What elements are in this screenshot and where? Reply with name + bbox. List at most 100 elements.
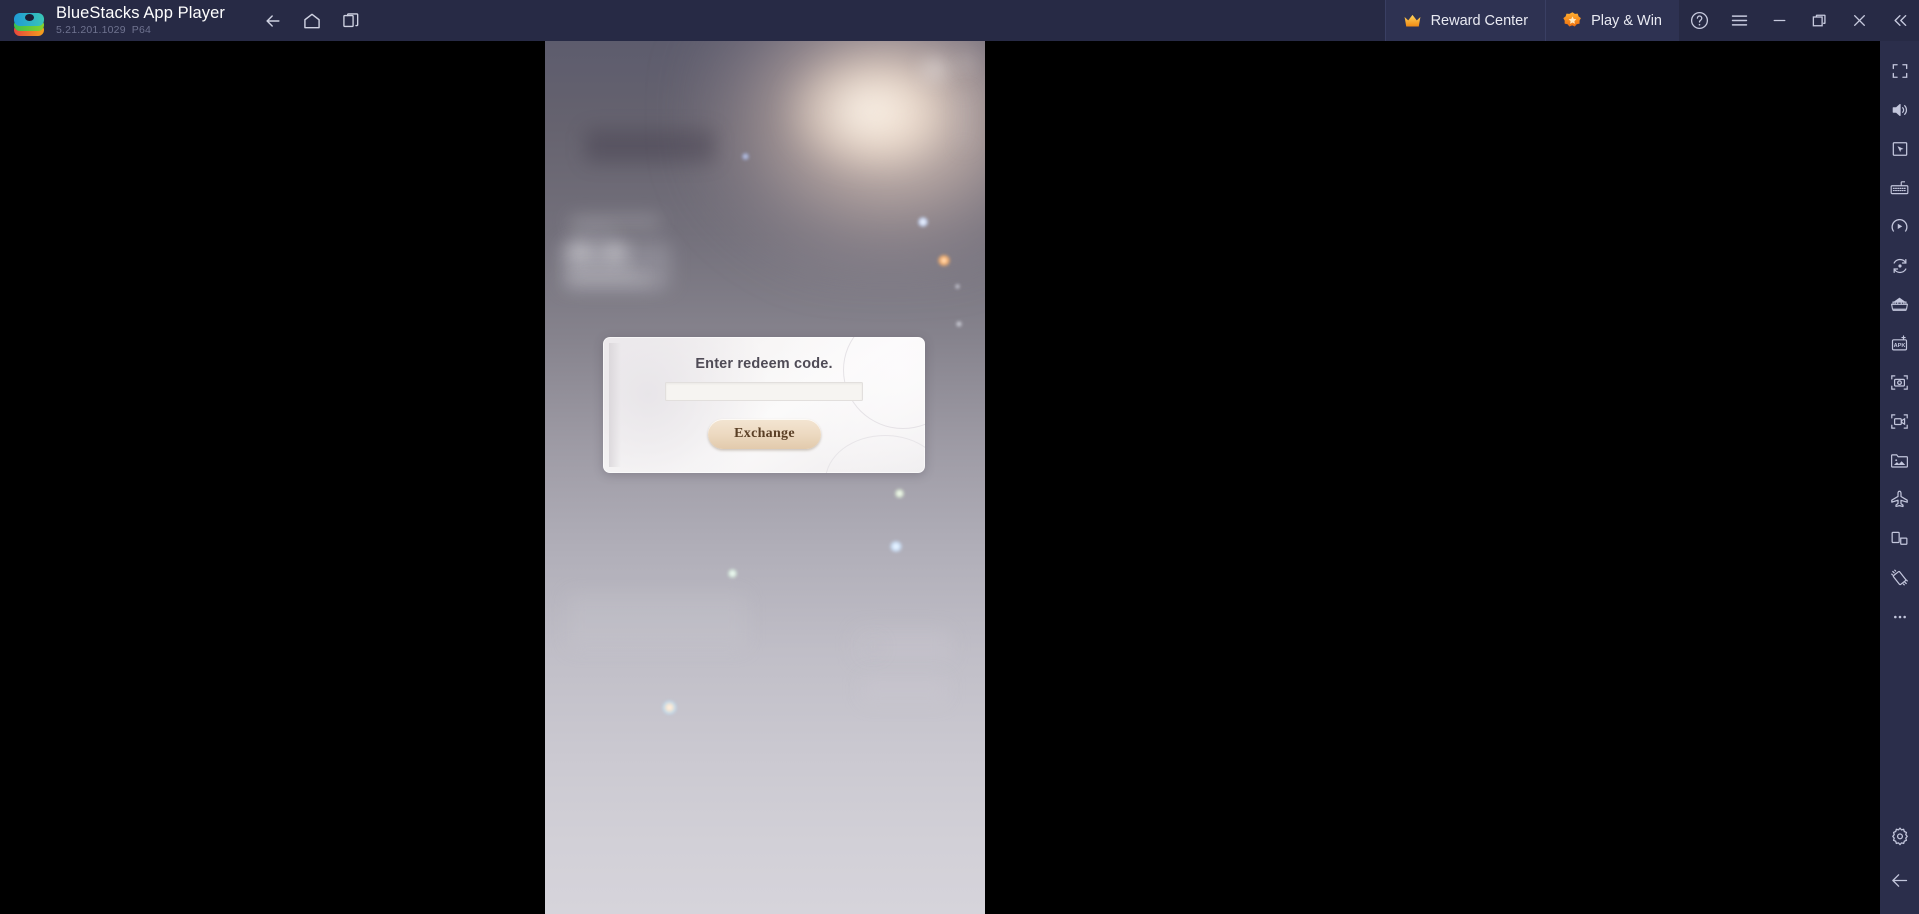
sparkle-particle	[728, 569, 737, 578]
instance-manager-icon	[1890, 297, 1909, 311]
tool-sidebar: APK	[1880, 41, 1919, 914]
fullscreen-button[interactable]	[1880, 51, 1919, 90]
question-circle-icon	[1690, 11, 1708, 30]
fullscreen-icon	[1892, 63, 1907, 78]
build-tag: P64	[131, 24, 152, 36]
play-and-win-button[interactable]: Play & Win	[1545, 0, 1679, 41]
close-icon	[1853, 14, 1865, 27]
redeem-code-input[interactable]	[665, 382, 863, 401]
sparkle-particle	[918, 217, 928, 227]
sparkle-particle	[955, 284, 960, 289]
gear-icon	[1891, 826, 1908, 845]
bg-blur-bottom-card	[861, 675, 947, 703]
close-button[interactable]	[1839, 0, 1879, 41]
resize-button[interactable]	[1880, 519, 1919, 558]
game-viewport[interactable]: Enter redeem code. Exchange	[545, 41, 985, 914]
shake-button[interactable]	[1880, 558, 1919, 597]
emulator-stage: Enter redeem code. Exchange	[0, 41, 1880, 914]
apk-icon: APK	[1891, 335, 1908, 351]
bg-blur-sidecol	[961, 91, 967, 149]
nav-button-group	[253, 0, 370, 41]
chevrons-left-icon	[1893, 14, 1906, 27]
screenshot-button[interactable]	[1880, 363, 1919, 402]
sparkle-particle	[742, 153, 749, 160]
back-nav-button[interactable]	[1880, 861, 1919, 900]
restore-icon	[1812, 14, 1826, 27]
play-and-win-label: Play & Win	[1591, 12, 1662, 29]
bg-blur-panel	[585, 129, 715, 163]
home-button[interactable]	[292, 0, 331, 41]
arrow-left-icon	[265, 14, 280, 27]
sparkle-particle	[895, 489, 904, 498]
bg-blur-line	[567, 265, 629, 270]
shake-device-icon	[1891, 569, 1908, 586]
ellipsis-icon	[1893, 615, 1906, 618]
dialog-arc-decoration	[825, 435, 925, 473]
cursor-screen-icon	[1892, 141, 1907, 156]
macro-play-icon	[1891, 218, 1908, 233]
collapse-sidebar-button[interactable]	[1879, 0, 1919, 41]
help-button[interactable]	[1679, 0, 1719, 41]
minimize-icon	[1773, 19, 1785, 22]
svg-text:APK: APK	[1894, 343, 1906, 349]
bg-blur-topright-bar	[957, 67, 971, 72]
minimize-button[interactable]	[1759, 0, 1799, 41]
speaker-icon	[1892, 103, 1907, 116]
bg-blur-plus	[867, 641, 879, 653]
bg-blur-chip	[601, 246, 627, 257]
dialog-title: Enter redeem code.	[695, 356, 833, 372]
game-controls-button[interactable]	[1880, 129, 1919, 168]
bg-blur-chip	[567, 246, 595, 257]
window-controls	[1679, 0, 1919, 41]
app-title: BlueStacks App Player	[56, 4, 226, 22]
redeem-code-dialog: Enter redeem code. Exchange	[603, 337, 925, 473]
back-button[interactable]	[253, 0, 292, 41]
install-apk-button[interactable]: APK	[1880, 324, 1919, 363]
app-branding: BlueStacks App Player 5.21.201.1029 P64	[0, 4, 225, 37]
rotate-icon	[1893, 258, 1906, 273]
reward-center-button[interactable]: Reward Center	[1384, 0, 1546, 41]
volume-button[interactable]	[1880, 90, 1919, 129]
record-button[interactable]	[1880, 402, 1919, 441]
sparkle-particle	[956, 321, 962, 327]
bg-blur-text	[569, 217, 661, 226]
bg-blur-text	[569, 229, 615, 236]
version-number: 5.21.201.1029	[56, 24, 126, 36]
resize-screen-icon	[1891, 531, 1908, 545]
multi-window-icon	[342, 12, 358, 27]
keyboard-icon	[1890, 181, 1909, 195]
bg-blur-line	[567, 281, 659, 286]
airplane-icon	[1891, 490, 1908, 508]
bg-blur-line	[567, 273, 645, 278]
media-manager-button[interactable]	[1880, 441, 1919, 480]
video-camera-icon	[1891, 414, 1908, 429]
settings-button[interactable]	[1880, 816, 1919, 855]
arrow-left-icon	[1892, 874, 1908, 887]
instances-button[interactable]	[331, 0, 370, 41]
star-badge-icon	[1563, 12, 1581, 27]
bg-blur-topright	[923, 59, 947, 79]
sparkle-particle	[663, 701, 676, 714]
sparkle-particle	[890, 541, 902, 552]
keymapping-button[interactable]	[1880, 168, 1919, 207]
home-icon	[303, 13, 320, 28]
title-bar: BlueStacks App Player 5.21.201.1029 P64	[0, 0, 1919, 41]
bluestacks-logo-icon	[14, 6, 44, 36]
multi-instance-button[interactable]	[1880, 285, 1919, 324]
exchange-button[interactable]: Exchange	[708, 419, 821, 449]
bg-blur-topright-bar	[957, 57, 975, 63]
rotate-button[interactable]	[1880, 246, 1919, 285]
reward-center-label: Reward Center	[1430, 12, 1529, 29]
eco-mode-button[interactable]	[1880, 480, 1919, 519]
camera-icon	[1891, 375, 1908, 390]
media-folder-icon	[1891, 454, 1908, 468]
maximize-button[interactable]	[1799, 0, 1839, 41]
app-version: 5.21.201.1029 P64	[56, 24, 225, 37]
bluestacks-window: BlueStacks App Player 5.21.201.1029 P64	[0, 0, 1919, 914]
crown-icon	[1404, 14, 1420, 27]
macro-button[interactable]	[1880, 207, 1919, 246]
menu-button[interactable]	[1719, 0, 1759, 41]
sparkle-particle	[938, 255, 950, 266]
more-button[interactable]	[1880, 597, 1919, 636]
bg-blur-bottom-panel	[567, 593, 747, 649]
